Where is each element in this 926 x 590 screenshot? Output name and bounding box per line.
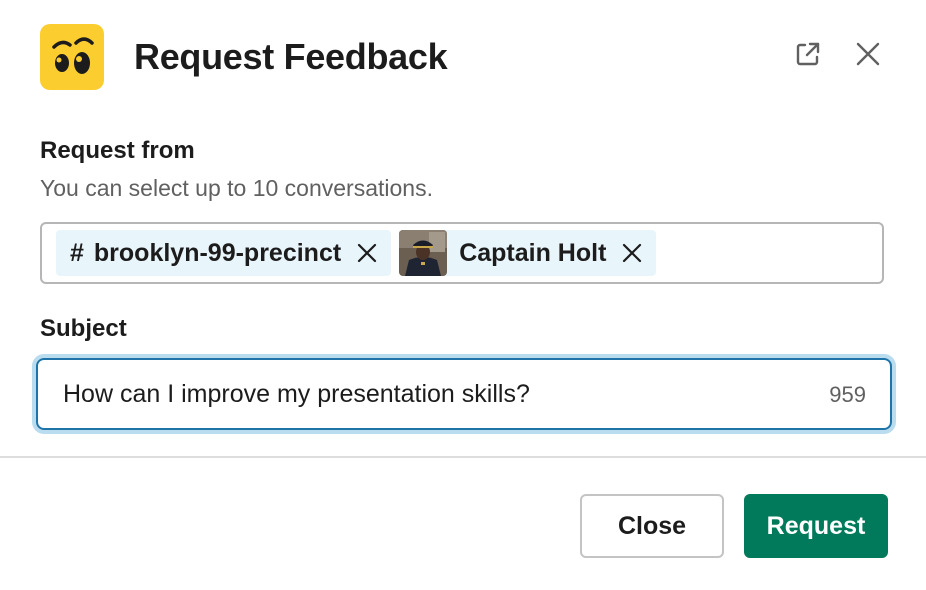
chip-user[interactable]: Captain Holt — [399, 230, 657, 276]
open-external-button[interactable] — [790, 36, 826, 72]
request-from-label: Request from — [40, 137, 195, 164]
close-icon — [358, 243, 377, 263]
request-from-hint: You can select up to 10 conversations. — [40, 175, 433, 201]
close-modal-button[interactable] — [850, 36, 886, 72]
user-avatar — [399, 230, 448, 276]
subject-label: Subject — [40, 315, 127, 342]
close-button[interactable]: Close — [580, 494, 724, 558]
remove-chip-button[interactable] — [620, 241, 644, 265]
chip-label: Captain Holt — [459, 238, 607, 267]
character-counter: 959 — [829, 382, 866, 407]
request-button[interactable]: Request — [744, 494, 888, 558]
conversation-picker[interactable]: # brooklyn-99-precinct Captain Holt — [40, 222, 884, 284]
close-icon — [856, 42, 880, 66]
subject-field: 959 — [36, 358, 892, 430]
external-link-icon — [796, 42, 820, 66]
header-actions — [790, 36, 886, 72]
channel-hash-icon: # — [70, 238, 84, 267]
modal-header: Request Feedback — [40, 24, 886, 90]
request-feedback-modal: Request Feedback Request from You can se… — [0, 0, 926, 590]
chip-label: brooklyn-99-precinct — [93, 238, 342, 267]
remove-chip-button[interactable] — [355, 241, 379, 265]
eyes-face-icon — [52, 37, 94, 74]
chip-channel[interactable]: # brooklyn-99-precinct — [56, 230, 392, 276]
footer-divider — [0, 456, 926, 458]
close-icon — [623, 243, 642, 263]
app-icon — [40, 24, 104, 90]
modal-title: Request Feedback — [134, 36, 448, 77]
subject-input[interactable] — [36, 358, 892, 430]
